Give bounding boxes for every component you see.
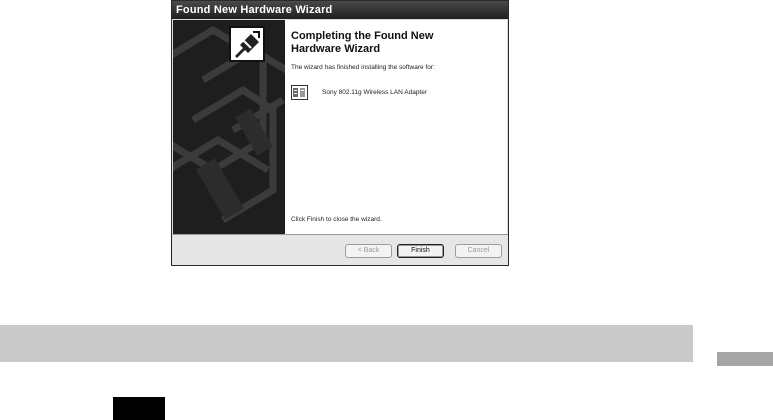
cancel-button[interactable]: Cancel bbox=[455, 244, 502, 258]
network-adapter-icon bbox=[291, 84, 308, 100]
page-title-line1: Completing the Found New bbox=[291, 30, 434, 42]
button-bar: < Back Finish Cancel bbox=[173, 234, 508, 265]
section-header-bar bbox=[0, 325, 693, 362]
back-button[interactable]: < Back bbox=[345, 244, 392, 258]
device-row: Sony 802.11g Wireless LAN Adapter bbox=[291, 84, 427, 100]
finished-message: The wizard has finished installing the s… bbox=[291, 64, 435, 71]
finish-button[interactable]: Finish bbox=[397, 244, 444, 258]
hardware-install-icon bbox=[229, 26, 265, 62]
side-index-tab bbox=[717, 352, 773, 366]
page-label-block bbox=[113, 397, 165, 420]
wizard-side-panel bbox=[173, 20, 285, 234]
wizard-window: Found New Hardware Wizard Completing the… bbox=[171, 0, 509, 266]
page-title-line2: Hardware Wizard bbox=[291, 43, 381, 55]
wizard-content: Completing the Found New Hardware Wizard… bbox=[285, 20, 507, 234]
page-title: Completing the Found New Hardware Wizard bbox=[291, 30, 501, 56]
window-title: Found New Hardware Wizard bbox=[172, 1, 508, 19]
device-name: Sony 802.11g Wireless LAN Adapter bbox=[322, 88, 428, 96]
close-instruction: Click Finish to close the wizard. bbox=[291, 216, 382, 223]
